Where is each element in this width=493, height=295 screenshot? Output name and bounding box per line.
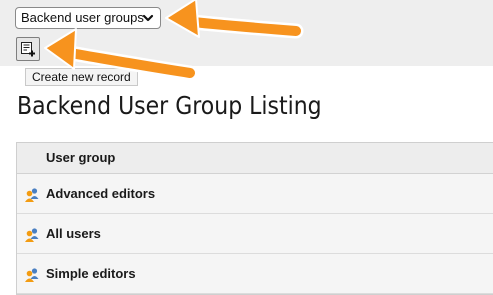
group-list-table: User group Advanced editors All users Si… [16,142,493,295]
group-name[interactable]: All users [46,214,101,254]
table-row[interactable]: All users [17,214,493,254]
chevron-down-icon [142,14,154,22]
module-toolbar: Backend user groups [0,0,493,66]
page-title: Backend User Group Listing [17,91,322,120]
user-group-icon [25,228,39,242]
record-type-select[interactable]: Backend user groups [15,7,161,29]
table-row[interactable]: Advanced editors [17,174,493,214]
user-group-icon [25,268,39,282]
new-record-icon [21,42,35,57]
group-name[interactable]: Simple editors [46,254,136,294]
record-type-select-value: Backend user groups [21,10,144,25]
user-group-icon [25,188,39,202]
table-row[interactable]: Simple editors [17,254,493,294]
group-name[interactable]: Advanced editors [46,174,155,214]
new-record-tooltip: Create new record [25,68,138,86]
table-header-user-group: User group [17,143,493,174]
create-new-record-button[interactable] [16,37,40,61]
